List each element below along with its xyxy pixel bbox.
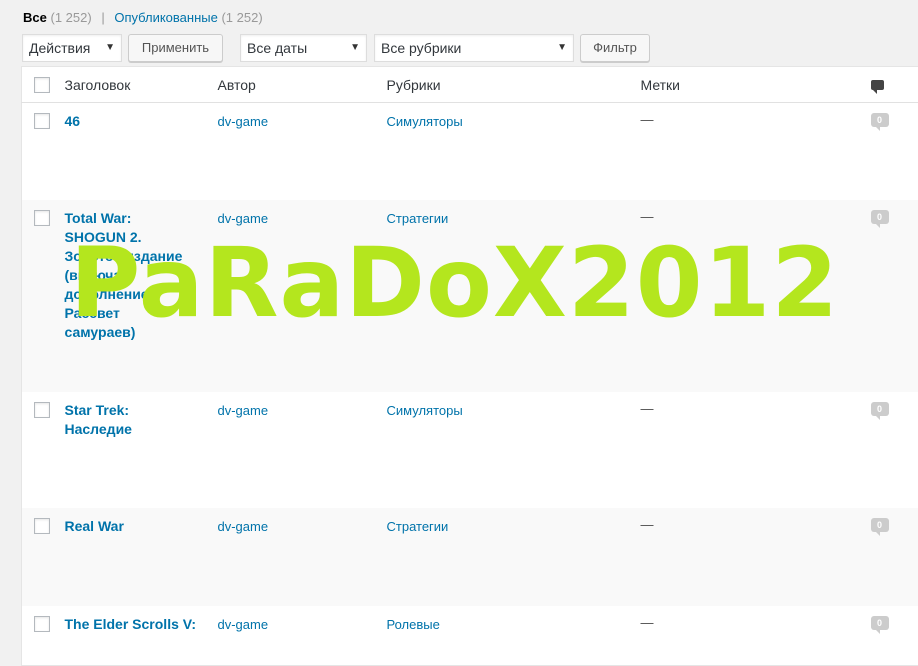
filter-published-count: (1 252)	[221, 10, 262, 25]
post-title-link[interactable]: Star Trek: Наследие	[65, 392, 193, 439]
post-tags: —	[641, 392, 871, 416]
post-tags: —	[641, 103, 871, 127]
row-checkbox[interactable]	[34, 402, 50, 418]
post-author-link[interactable]: dv-game	[218, 200, 387, 226]
dates-value: Все даты	[247, 40, 307, 56]
post-tags: —	[641, 606, 871, 630]
comment-count-badge[interactable]: 0	[871, 616, 889, 630]
chevron-down-icon: ▼	[105, 35, 115, 61]
column-header-author: Автор	[218, 67, 387, 103]
filter-separator: |	[101, 10, 104, 25]
post-author-link[interactable]: dv-game	[218, 103, 387, 129]
table-row: Total War: SHOGUN 2. Золотое издание (вк…	[22, 200, 918, 392]
posts-table: Заголовок Автор Рубрики Метки 46 dv-game…	[21, 66, 918, 666]
table-row: Star Trek: Наследие dv-game Симуляторы —…	[22, 392, 918, 508]
filter-all-link[interactable]: Все	[23, 10, 47, 25]
bulk-actions-select[interactable]: Действия ▼	[22, 34, 122, 62]
column-header-categories: Рубрики	[387, 67, 641, 103]
filter-published-link[interactable]: Опубликованные	[114, 10, 218, 25]
post-tags: —	[641, 200, 871, 224]
apply-button[interactable]: Применить	[128, 34, 223, 62]
filter-button[interactable]: Фильтр	[580, 34, 650, 62]
column-header-tags: Метки	[641, 67, 871, 103]
row-checkbox[interactable]	[34, 210, 50, 226]
status-filter-links: Все (1 252) | Опубликованные (1 252)	[23, 10, 263, 25]
dates-select[interactable]: Все даты ▼	[240, 34, 367, 62]
post-author-link[interactable]: dv-game	[218, 392, 387, 418]
chevron-down-icon: ▼	[350, 35, 360, 61]
post-category-link[interactable]: Симуляторы	[387, 103, 641, 129]
table-header-row: Заголовок Автор Рубрики Метки	[22, 67, 918, 103]
comment-count-badge[interactable]: 0	[871, 113, 889, 127]
chevron-down-icon: ▼	[557, 35, 567, 61]
select-all-checkbox[interactable]	[34, 77, 50, 93]
bulk-actions-value: Действия	[29, 40, 90, 56]
comment-count-badge[interactable]: 0	[871, 210, 889, 224]
comment-count-badge[interactable]: 0	[871, 518, 889, 532]
post-title-link[interactable]: Total War: SHOGUN 2. Золотое издание (вк…	[65, 200, 193, 342]
categories-value: Все рубрики	[381, 40, 461, 56]
row-checkbox[interactable]	[34, 518, 50, 534]
table-row: Real War dv-game Стратегии — 0	[22, 508, 918, 606]
post-author-link[interactable]: dv-game	[218, 508, 387, 534]
table-row: 46 dv-game Симуляторы — 0	[22, 103, 918, 200]
table-row: The Elder Scrolls V: dv-game Ролевые — 0	[22, 606, 918, 666]
comment-count-badge[interactable]: 0	[871, 402, 889, 416]
post-category-link[interactable]: Стратегии	[387, 200, 641, 226]
column-header-title[interactable]: Заголовок	[65, 67, 218, 103]
post-category-link[interactable]: Симуляторы	[387, 392, 641, 418]
row-checkbox[interactable]	[34, 113, 50, 129]
post-tags: —	[641, 508, 871, 532]
filter-all-count: (1 252)	[50, 10, 91, 25]
post-title-link[interactable]: The Elder Scrolls V:	[65, 606, 205, 634]
post-title-link[interactable]: Real War	[65, 508, 193, 536]
categories-select[interactable]: Все рубрики ▼	[374, 34, 574, 62]
comment-icon[interactable]	[871, 80, 884, 90]
row-checkbox[interactable]	[34, 616, 50, 632]
post-title-link[interactable]: 46	[65, 103, 193, 131]
post-category-link[interactable]: Стратегии	[387, 508, 641, 534]
